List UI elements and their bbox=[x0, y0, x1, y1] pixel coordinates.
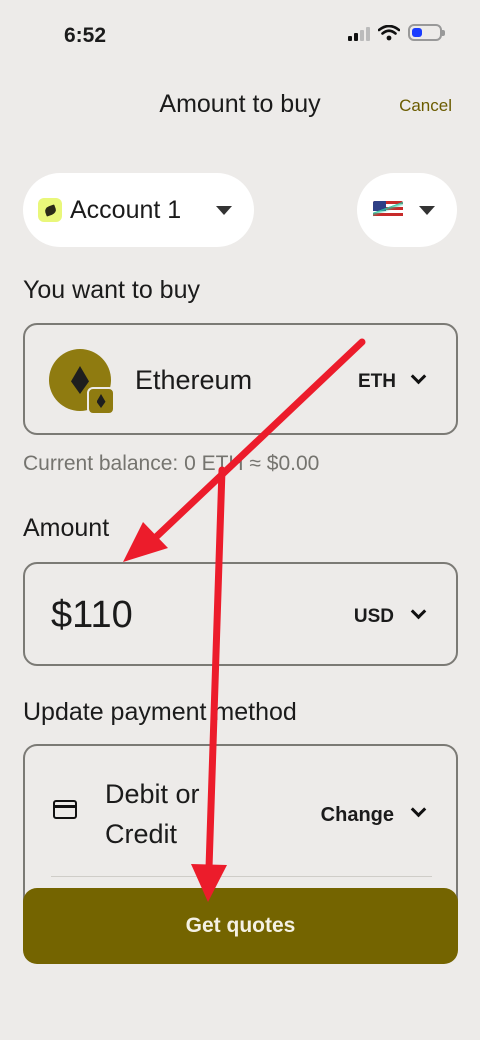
change-payment-button[interactable]: Change bbox=[321, 804, 394, 827]
divider bbox=[51, 876, 432, 877]
region-selector[interactable] bbox=[357, 173, 457, 247]
cancel-button[interactable]: Cancel bbox=[399, 96, 452, 116]
account-avatar-icon bbox=[38, 198, 62, 222]
battery-icon bbox=[408, 24, 445, 41]
caret-down-icon bbox=[419, 206, 435, 215]
payment-method-name: Debit or Credit bbox=[105, 779, 200, 849]
amount-value: $110 bbox=[51, 594, 133, 636]
chevron-down-icon bbox=[410, 368, 427, 385]
status-time: 6:52 bbox=[64, 24, 107, 47]
amount-section-label: Amount bbox=[23, 514, 110, 542]
account-name: Account 1 bbox=[70, 195, 182, 224]
token-symbol: ETH bbox=[358, 371, 396, 392]
chevron-down-icon[interactable] bbox=[410, 603, 427, 620]
status-bar: 6:52 bbox=[0, 0, 480, 70]
network-badge-icon bbox=[87, 387, 115, 415]
chevron-down-icon[interactable] bbox=[410, 801, 427, 818]
token-selector[interactable]: Ethereum ETH bbox=[23, 323, 458, 435]
get-quotes-button[interactable]: Get quotes bbox=[23, 888, 458, 964]
currency-selector[interactable]: USD bbox=[354, 606, 394, 628]
wifi-icon bbox=[378, 24, 400, 40]
token-name: Ethereum bbox=[135, 365, 253, 395]
amount-field[interactable]: $110 USD bbox=[23, 562, 458, 666]
us-flag-icon bbox=[373, 201, 403, 219]
account-selector[interactable]: Account 1 bbox=[23, 173, 254, 247]
caret-down-icon bbox=[216, 206, 232, 215]
cellular-signal-icon bbox=[348, 25, 370, 41]
status-icons bbox=[348, 24, 445, 41]
credit-card-icon bbox=[53, 800, 77, 819]
payment-section-label: Update payment method bbox=[23, 698, 297, 726]
buy-section-label: You want to buy bbox=[23, 276, 200, 304]
current-balance: Current balance: 0 ETH ≈ $0.00 bbox=[23, 452, 320, 475]
